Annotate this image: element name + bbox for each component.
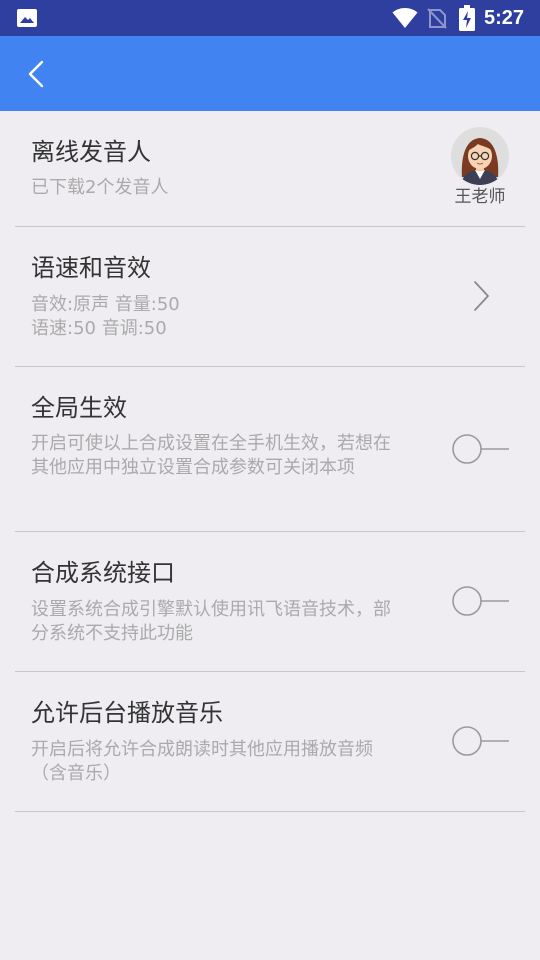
speed-effects-title: 语速和音效 bbox=[31, 254, 151, 282]
teacher-avatar-icon bbox=[451, 127, 509, 185]
global-effect-row: 全局生效 开启可使以上合成设置在全手机生效，若想在其他应用中独立设置合成参数可关… bbox=[15, 367, 525, 532]
app-bar bbox=[0, 36, 540, 111]
offline-speaker-title: 离线发音人 bbox=[31, 138, 151, 166]
speaker-avatar[interactable] bbox=[451, 127, 509, 185]
system-interface-description: 设置系统合成引擎默认使用讯飞语音技术，部分系统不支持此功能 bbox=[31, 599, 391, 644]
wifi-icon bbox=[392, 8, 418, 28]
global-effect-title: 全局生效 bbox=[31, 394, 127, 422]
system-interface-row: 合成系统接口 设置系统合成引擎默认使用讯飞语音技术，部分系统不支持此功能 bbox=[15, 532, 525, 672]
background-music-title: 允许后台播放音乐 bbox=[31, 699, 223, 727]
back-button[interactable] bbox=[22, 54, 62, 94]
chevron-left-icon bbox=[28, 60, 44, 88]
speaker-name: 王老师 bbox=[454, 187, 506, 207]
battery-charging-icon bbox=[459, 5, 475, 31]
background-music-row: 允许后台播放音乐 开启后将允许合成朗读时其他应用播放音频（含音乐） bbox=[15, 672, 525, 812]
speed-effects-line1: 音效:原声 音量:50 bbox=[31, 294, 180, 315]
status-bar: 5:27 bbox=[0, 0, 540, 36]
settings-list: 离线发音人 已下载2个发音人 王老师 语速和音效 音效:原声 音量:50 语速:… bbox=[15, 111, 525, 812]
background-music-toggle[interactable] bbox=[451, 724, 513, 758]
system-interface-toggle[interactable] bbox=[451, 584, 513, 618]
speed-effects-line2: 语速:50 音调:50 bbox=[31, 318, 167, 339]
status-clock: 5:27 bbox=[484, 7, 525, 29]
offline-speaker-row[interactable]: 离线发音人 已下载2个发音人 王老师 bbox=[15, 111, 525, 227]
global-effect-toggle[interactable] bbox=[451, 432, 513, 466]
no-sim-icon bbox=[427, 8, 447, 29]
global-effect-description: 开启可使以上合成设置在全手机生效，若想在其他应用中独立设置合成参数可关闭本项 bbox=[31, 433, 391, 478]
chevron-right-icon bbox=[474, 281, 489, 311]
image-icon bbox=[17, 9, 37, 27]
background-music-description: 开启后将允许合成朗读时其他应用播放音频（含音乐） bbox=[31, 739, 373, 784]
offline-speaker-subtitle: 已下载2个发音人 bbox=[31, 177, 169, 198]
speed-effects-row[interactable]: 语速和音效 音效:原声 音量:50 语速:50 音调:50 bbox=[15, 227, 525, 367]
system-interface-title: 合成系统接口 bbox=[31, 559, 175, 587]
